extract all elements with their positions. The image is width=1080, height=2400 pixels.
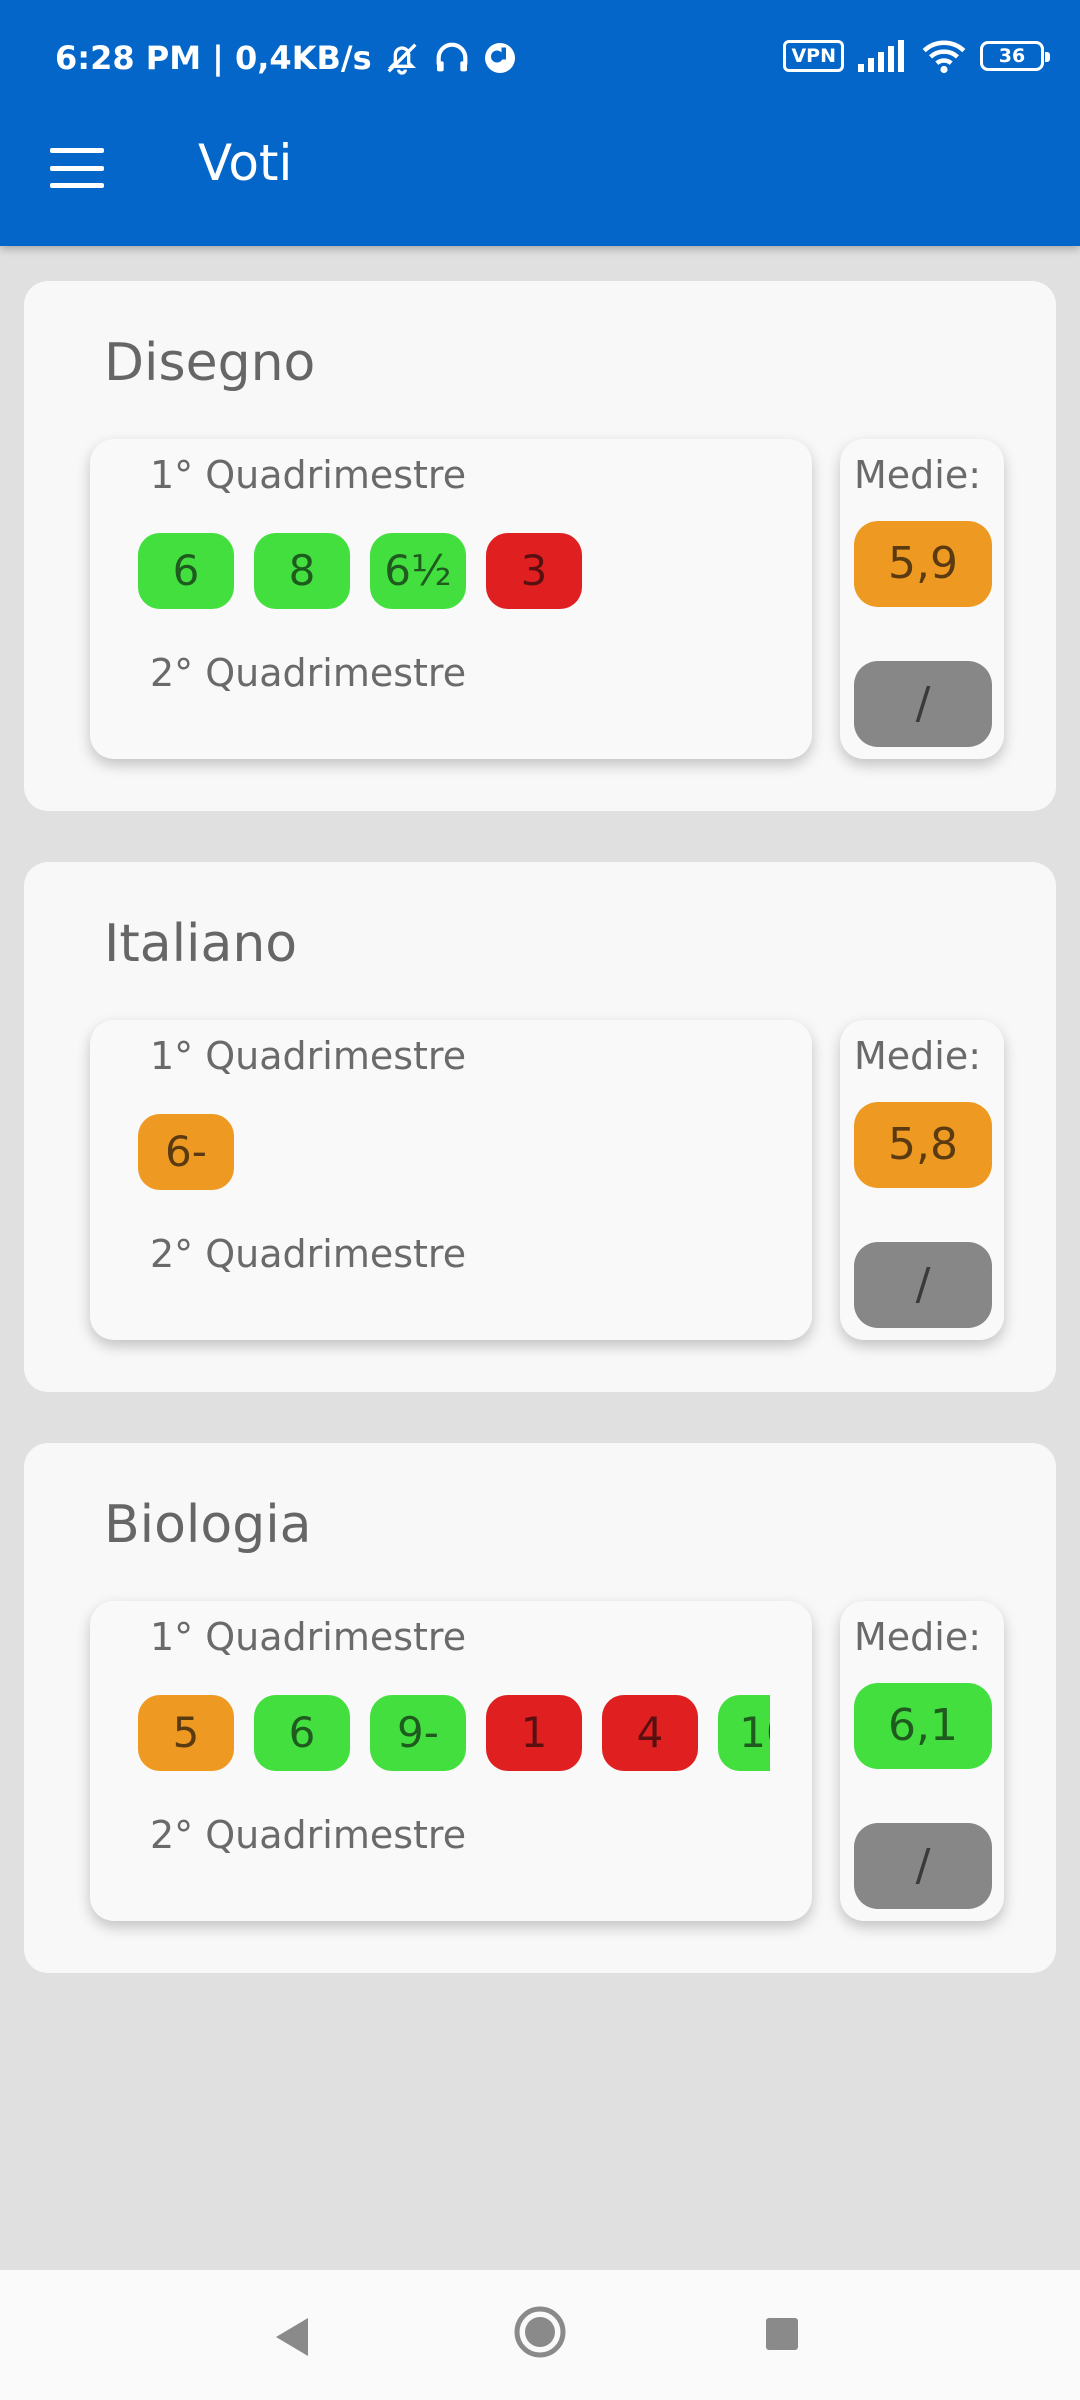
grade-chip[interactable]: 1 xyxy=(486,1695,582,1771)
app-notification-icon xyxy=(484,43,515,73)
battery-icon: 36 xyxy=(980,41,1050,71)
average-q1-chip: 5,8 xyxy=(854,1102,992,1188)
back-icon[interactable] xyxy=(272,2306,312,2368)
average-q1-chip: 6,1 xyxy=(854,1683,992,1769)
quarter-1-label: 1° Quadrimestre xyxy=(150,1615,467,1659)
average-q1-chip: 5,9 xyxy=(854,521,992,607)
home-icon[interactable] xyxy=(510,2302,570,2362)
grades-panel: 1° Quadrimestre 6- 2° Quadrimestre xyxy=(90,1020,812,1340)
app-bar: 6:28 PM | 0,4KB/s VPN 36 Voti xyxy=(0,0,1080,246)
averages-label: Medie: xyxy=(854,453,982,497)
grade-chip[interactable]: 3 xyxy=(486,533,582,609)
average-q2-chip: / xyxy=(854,661,992,747)
grade-chip[interactable]: 4 xyxy=(602,1695,698,1771)
grade-chip[interactable]: 10 xyxy=(718,1695,770,1771)
bell-off-icon xyxy=(387,43,417,75)
averages-panel: Medie: 6,1 / xyxy=(840,1601,1004,1921)
grades-panel: 1° Quadrimestre 6 8 6½ 3 2° Quadrimestre xyxy=(90,439,812,759)
averages-panel: Medie: 5,8 / xyxy=(840,1020,1004,1340)
grade-chip[interactable]: 5 xyxy=(138,1695,234,1771)
grade-chip[interactable]: 6 xyxy=(138,533,234,609)
grades-panel: 1° Quadrimestre 56 9- 14 10 2° Quadrimestre xyxy=(90,1601,812,1921)
subject-card-biologia[interactable]: Biologia 1° Quadrimestre 56 9- 14 10 2° Qua… xyxy=(24,1443,1056,1973)
quarter-2-label: 2° Quadrimestre xyxy=(150,1813,467,1857)
average-q2-chip: / xyxy=(854,1823,992,1909)
headphones-icon xyxy=(436,42,468,72)
subject-card-italiano[interactable]: Italiano 1° Quadrimestre 6- 2° Quadrimes… xyxy=(24,862,1056,1392)
quarter-1-label: 1° Quadrimestre xyxy=(150,453,467,497)
subject-title: Biologia xyxy=(104,1495,312,1555)
system-navigation-bar xyxy=(0,2270,1080,2400)
subject-card-disegno[interactable]: Disegno 1° Quadrimestre 6 8 6½ 3 2° Quadrim… xyxy=(24,281,1056,811)
averages-panel: Medie: 5,9 / xyxy=(840,439,1004,759)
status-left: 6:28 PM | 0,4KB/s xyxy=(55,38,518,78)
menu-icon[interactable] xyxy=(50,148,104,188)
vpn-icon: VPN xyxy=(783,40,844,72)
recents-icon[interactable] xyxy=(764,2316,800,2352)
grade-chip[interactable]: 6 xyxy=(254,1695,350,1771)
averages-label: Medie: xyxy=(854,1615,982,1659)
average-q2-chip: / xyxy=(854,1242,992,1328)
signal-icon xyxy=(858,40,904,72)
grade-chip[interactable]: 6- xyxy=(138,1114,234,1190)
quarter-2-label: 2° Quadrimestre xyxy=(150,1232,467,1276)
status-bar: 6:28 PM | 0,4KB/s VPN 36 xyxy=(0,0,1080,118)
quarter-2-label: 2° Quadrimestre xyxy=(150,651,467,695)
grade-chip[interactable]: 6½ xyxy=(370,533,466,609)
subject-title: Italiano xyxy=(104,914,298,974)
subject-title: Disegno xyxy=(104,333,316,393)
grade-chip[interactable]: 9- xyxy=(370,1695,466,1771)
grade-list: 6 8 6½ 3 xyxy=(138,533,770,611)
quarter-1-label: 1° Quadrimestre xyxy=(150,1034,467,1078)
averages-label: Medie: xyxy=(854,1034,982,1078)
wifi-icon xyxy=(922,40,966,74)
page-title: Voti xyxy=(198,134,293,192)
grade-chip[interactable]: 8 xyxy=(254,533,350,609)
grade-list: 6- xyxy=(138,1114,770,1192)
status-time-speed: 6:28 PM | 0,4KB/s xyxy=(55,39,372,77)
status-right: VPN 36 xyxy=(783,38,1050,74)
grade-list[interactable]: 56 9- 14 10 xyxy=(138,1695,770,1773)
